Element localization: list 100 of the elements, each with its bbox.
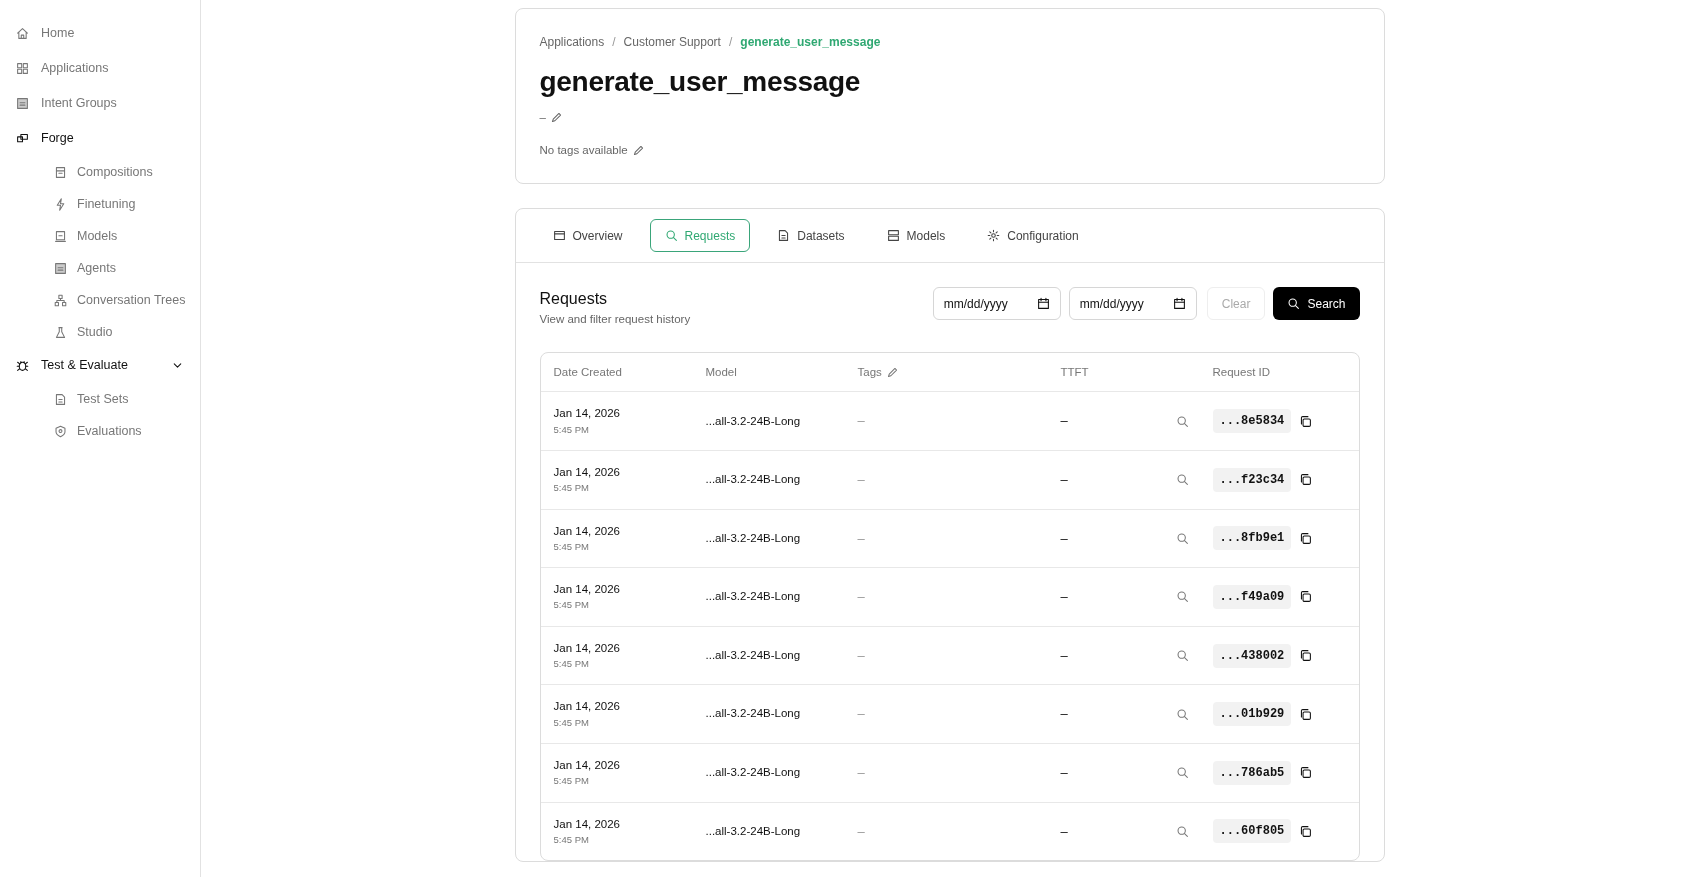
sidebar-item[interactable]: Home	[0, 16, 200, 51]
copy-icon[interactable]	[1299, 590, 1313, 604]
sidebar-item[interactable]: Models	[0, 220, 200, 252]
pencil-icon[interactable]	[631, 143, 645, 157]
copy-icon[interactable]	[1299, 824, 1313, 838]
request-id: ...786ab5	[1212, 760, 1292, 785]
window-icon	[552, 229, 566, 243]
sidebar-item[interactable]: Agents	[0, 252, 200, 284]
request-id: ...f49a09	[1212, 584, 1292, 609]
table-cell-text: –	[857, 471, 866, 489]
tab[interactable]: Overview	[537, 219, 638, 253]
date-text: Jan 14, 2026	[553, 816, 621, 832]
search-icon[interactable]	[1175, 649, 1189, 662]
list-box-icon	[54, 261, 67, 275]
table-cell-text: ...all-3.2-24B-Long	[705, 530, 802, 546]
search-button[interactable]: Search	[1273, 287, 1360, 321]
pencil-icon[interactable]	[549, 110, 563, 124]
sidebar-item[interactable]: Applications	[0, 51, 200, 86]
date-text: Jan 14, 2026	[553, 406, 621, 422]
time-text: 5:45 PM	[553, 481, 590, 496]
search-icon[interactable]	[1175, 531, 1189, 545]
request-id: ...60f805	[1212, 819, 1292, 844]
copy-icon[interactable]	[1299, 473, 1313, 487]
table-cell-text: ...all-3.2-24B-Long	[705, 472, 802, 488]
time-text: 5:45 PM	[553, 715, 590, 730]
table-cell-text: –	[1060, 412, 1068, 431]
section-subtitle: View and filter request history	[539, 312, 691, 328]
sidebar-item[interactable]: Forge	[0, 121, 200, 156]
sidebar-item[interactable]: Conversation Trees	[0, 284, 200, 316]
date-text: Jan 14, 2026	[553, 523, 621, 539]
table-cell-text: –	[857, 412, 866, 431]
calendar-icon[interactable]	[1172, 297, 1186, 311]
file-icon	[777, 229, 791, 243]
table-cell-text: –	[1060, 471, 1068, 489]
date-field[interactable]: mm/dd/yyyy	[1068, 287, 1197, 321]
sidebar-item[interactable]: Finetuning	[0, 188, 200, 220]
document-icon	[54, 165, 67, 179]
time-text: 5:45 PM	[553, 598, 590, 613]
column-header: TTFT	[1060, 364, 1090, 380]
shield-icon	[54, 424, 67, 438]
table-cell-text: –	[1060, 822, 1068, 841]
pencil-icon	[885, 365, 899, 379]
section-title: Requests	[539, 289, 609, 310]
copy-icon[interactable]	[1299, 414, 1313, 428]
blocks-icon	[16, 132, 29, 145]
breadcrumb-link[interactable]: generate_user_message	[740, 33, 881, 51]
server-icon	[886, 229, 900, 243]
date-field[interactable]: mm/dd/yyyy	[932, 287, 1061, 321]
sidebar-item[interactable]: Test & Evaluate	[0, 348, 200, 383]
sidebar-item[interactable]: Intent Groups	[0, 86, 200, 121]
tab[interactable]: Configuration	[972, 219, 1094, 253]
table-cell-text: ...all-3.2-24B-Long	[705, 823, 802, 839]
table-cell-text: ...all-3.2-24B-Long	[705, 706, 802, 722]
copy-icon[interactable]	[1299, 707, 1313, 721]
table-cell-text: –	[1060, 646, 1068, 665]
calendar-icon[interactable]	[1036, 297, 1050, 311]
breadcrumb-separator: /	[728, 34, 733, 51]
date-text: Jan 14, 2026	[553, 757, 621, 773]
sidebar-item[interactable]: Evaluations	[0, 415, 200, 447]
date-text: Jan 14, 2026	[553, 699, 621, 715]
time-text: 5:45 PM	[553, 832, 590, 847]
column-header: Model	[705, 364, 738, 380]
table-cell-text: –	[857, 763, 866, 782]
request-id: ...8fb9e1	[1212, 526, 1292, 551]
date-text: Jan 14, 2026	[553, 465, 621, 480]
time-text: 5:45 PM	[553, 774, 590, 789]
search-icon[interactable]	[1175, 590, 1189, 604]
sidebar-item[interactable]: Studio	[0, 316, 200, 348]
table-cell-text: –	[1060, 529, 1068, 548]
sidebar-item[interactable]: Compositions	[0, 156, 200, 188]
table-cell-text: –	[1060, 588, 1068, 607]
time-text: 5:45 PM	[553, 657, 590, 671]
sidebar-item[interactable]: Test Sets	[0, 383, 200, 415]
column-header: Tags	[857, 364, 882, 380]
search-icon[interactable]	[1175, 824, 1189, 838]
copy-icon[interactable]	[1299, 766, 1313, 780]
column-header: Date Created	[553, 364, 623, 380]
request-id: ...8e5834	[1212, 409, 1292, 434]
tab[interactable]: Models	[871, 219, 961, 253]
search-icon[interactable]	[1175, 766, 1189, 780]
copy-icon[interactable]	[1299, 531, 1313, 545]
copy-icon[interactable]	[1299, 649, 1313, 662]
tags-text: No tags available	[539, 142, 628, 158]
home-icon	[16, 27, 29, 40]
flask-icon	[54, 325, 67, 339]
breadcrumb-link[interactable]: Customer Support	[623, 33, 721, 51]
search-icon[interactable]	[1175, 414, 1189, 428]
tab[interactable]: Datasets	[762, 219, 860, 253]
table-cell-text: –	[857, 705, 866, 724]
table-cell-text: ...all-3.2-24B-Long	[705, 413, 802, 429]
list-box-icon	[16, 97, 29, 110]
search-icon[interactable]	[1175, 707, 1189, 721]
search-icon[interactable]	[1175, 473, 1189, 487]
table-cell-text: –	[857, 588, 866, 607]
tab[interactable]: Requests	[649, 219, 751, 253]
breadcrumb-link[interactable]: Applications	[539, 33, 605, 51]
page-title: generate_user_message	[539, 65, 862, 99]
search-icon	[1287, 297, 1301, 311]
table-cell-text: –	[857, 529, 866, 548]
table-cell-text: –	[1060, 705, 1068, 724]
